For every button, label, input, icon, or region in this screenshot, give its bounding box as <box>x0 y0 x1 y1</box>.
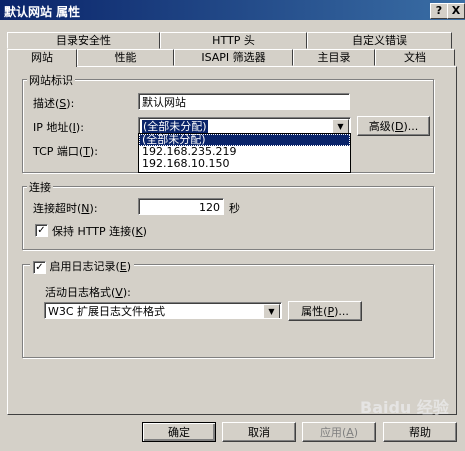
ip-address-dropdown-list[interactable]: (全部未分配) 192.168.235.219 192.168.10.150 <box>138 133 351 173</box>
help-button[interactable]: 帮助 <box>383 422 457 442</box>
ip-address-selected-value: (全部未分配) <box>142 120 208 133</box>
apply-button[interactable]: 应用(A) <box>302 422 376 442</box>
keepalive-checkbox[interactable]: ✓ <box>35 224 48 237</box>
ip-address-select[interactable]: (全部未分配) ▼ <box>138 117 351 134</box>
baidu-watermark: Baidu 经验 <box>360 398 449 417</box>
enable-logging-checkbox[interactable]: ✓ <box>33 260 46 274</box>
connection-group <box>22 186 434 250</box>
cancel-button[interactable]: 取消 <box>222 422 296 442</box>
timeout-unit-label: 秒 <box>229 202 240 215</box>
ip-option-192-168-10-150[interactable]: 192.168.10.150 <box>139 158 350 170</box>
chevron-down-icon[interactable]: ▼ <box>332 119 349 133</box>
log-format-value: W3C 扩展日志文件格式 <box>48 305 166 318</box>
close-button[interactable]: X <box>447 3 465 19</box>
site-id-group-label: 网站标识 <box>27 72 75 88</box>
tab-http-headers[interactable]: HTTP 头 <box>160 32 307 49</box>
ip-address-label: IP 地址(I): <box>33 121 84 134</box>
tcp-port-label: TCP 端口(T): <box>33 145 98 158</box>
tab-home-directory[interactable]: 主目录 <box>293 49 375 66</box>
log-properties-button[interactable]: 属性(P)... <box>288 301 362 321</box>
enable-logging-label: 启用日志记录(E) <box>49 260 132 273</box>
connection-timeout-label: 连接超时(N): <box>33 202 98 215</box>
tab-custom-errors[interactable]: 自定义错误 <box>307 32 452 49</box>
log-format-label: 活动日志格式(V): <box>45 286 131 299</box>
keepalive-label: 保持 HTTP 连接(K) <box>52 225 147 238</box>
logging-group-header: ✓ 启用日志记录(E) <box>30 258 135 274</box>
tab-isapi-filters[interactable]: ISAPI 筛选器 <box>174 49 293 66</box>
connection-timeout-input[interactable]: 120 <box>138 198 224 215</box>
description-label: 描述(S): <box>33 97 75 110</box>
description-input[interactable]: 默认网站 <box>138 93 350 110</box>
ok-button[interactable]: 确定 <box>142 422 216 442</box>
tab-documents[interactable]: 文档 <box>375 49 455 66</box>
advanced-button[interactable]: 高级(D)... <box>357 116 430 136</box>
title-bar: 默认网站 属性 ? X <box>0 0 465 20</box>
log-format-select[interactable]: W3C 扩展日志文件格式 ▼ <box>44 302 282 319</box>
window-title: 默认网站 属性 <box>4 5 81 19</box>
tab-performance[interactable]: 性能 <box>77 49 174 66</box>
help-title-button[interactable]: ? <box>430 3 448 19</box>
tab-directory-security[interactable]: 目录安全性 <box>7 32 160 49</box>
tab-website[interactable]: 网站 <box>7 49 77 67</box>
chevron-down-icon[interactable]: ▼ <box>263 304 280 318</box>
connection-group-label: 连接 <box>27 179 53 195</box>
